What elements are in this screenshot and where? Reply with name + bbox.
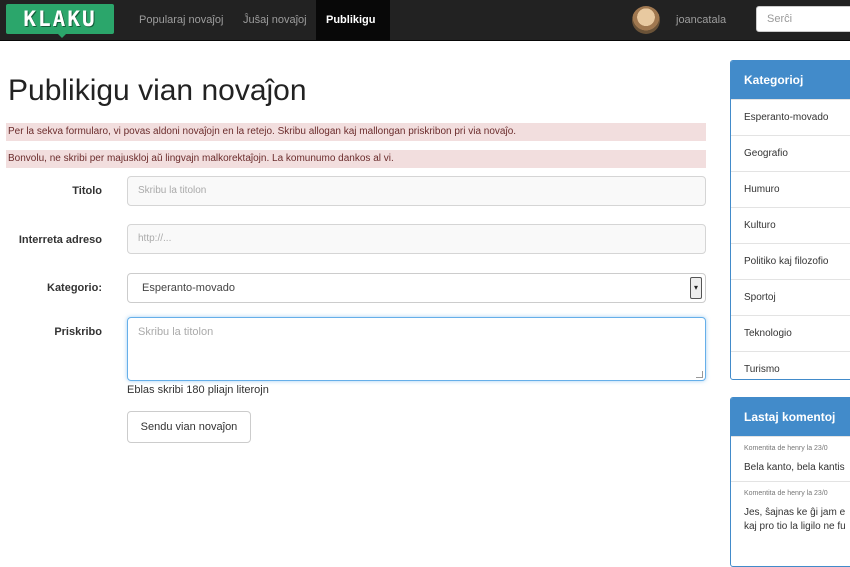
comment-item[interactable]: Komentita de henry la 23/0 Jes, ŝajnas k… bbox=[731, 481, 850, 540]
category-link[interactable]: Geografio bbox=[731, 135, 850, 171]
comments-heading: Lastaj komentoj bbox=[731, 398, 850, 436]
categories-heading: Kategorioj bbox=[731, 61, 850, 99]
category-link[interactable]: Teknologio bbox=[731, 315, 850, 351]
search-input[interactable]: Serĉi bbox=[756, 6, 850, 32]
klaku-logo[interactable]: KLAKU bbox=[6, 4, 114, 34]
logo-tail bbox=[58, 34, 66, 38]
category-link[interactable]: Turismo bbox=[731, 351, 850, 379]
submit-button[interactable]: Sendu vian novaĵon bbox=[127, 411, 251, 443]
comment-text: Jes, ŝajnas ke ĝi jam e bbox=[744, 507, 846, 518]
top-navbar: KLAKU Popularaj novaĵoj Ĵuŝaj novaĵoj Pu… bbox=[0, 0, 850, 41]
comment-meta: Komentita de henry la 23/0 bbox=[744, 490, 828, 497]
nav-publish[interactable]: Publikigu bbox=[316, 0, 390, 40]
comment-meta: Komentita de henry la 23/0 bbox=[744, 445, 828, 452]
title-label: Titolo bbox=[72, 185, 102, 197]
nav-popular[interactable]: Popularaj novaĵoj bbox=[129, 0, 233, 40]
comments-panel: Lastaj komentoj Komentita de henry la 23… bbox=[730, 397, 850, 567]
description-placeholder: Skribu la titolon bbox=[138, 326, 214, 338]
user-avatar[interactable] bbox=[632, 6, 660, 34]
url-label: Interreta adreso bbox=[18, 234, 102, 246]
category-select[interactable]: Esperanto-movado ▾ bbox=[127, 273, 706, 303]
warning-alert: Bonvolu, ne skribi per majuskloj aŭ ling… bbox=[6, 150, 706, 168]
category-link[interactable]: Esperanto-movado bbox=[731, 99, 850, 135]
char-count-help: Eblas skribi 180 pliajn literojn bbox=[127, 384, 269, 396]
category-link[interactable]: Politiko kaj filozofio bbox=[731, 243, 850, 279]
title-input[interactable]: Skribu la titolon bbox=[127, 176, 706, 206]
username[interactable]: joancatala bbox=[676, 0, 726, 40]
description-textarea[interactable]: Skribu la titolon bbox=[127, 317, 706, 381]
page-title: Publikigu vian novaĵon bbox=[8, 74, 307, 107]
comment-text: kaj pro tio la ligilo ne fu bbox=[744, 521, 846, 532]
comment-item[interactable]: Komentita de henry la 23/0 Bela kanto, b… bbox=[731, 436, 850, 481]
url-input[interactable]: http://... bbox=[127, 224, 706, 254]
category-link[interactable]: Kulturo bbox=[731, 207, 850, 243]
category-link[interactable]: Humuro bbox=[731, 171, 850, 207]
category-label: Kategorio: bbox=[47, 282, 102, 294]
select-arrow-icon[interactable]: ▾ bbox=[690, 277, 702, 299]
categories-panel: Kategorioj Esperanto-movado Geografio Hu… bbox=[730, 60, 850, 380]
comment-text: Bela kanto, bela kantis bbox=[744, 462, 845, 473]
resize-handle-icon[interactable] bbox=[696, 371, 703, 378]
nav-recent[interactable]: Ĵuŝaj novaĵoj bbox=[233, 0, 317, 40]
category-select-value: Esperanto-movado bbox=[142, 282, 235, 294]
category-link[interactable]: Sportoj bbox=[731, 279, 850, 315]
info-alert: Per la sekva formularo, vi povas aldoni … bbox=[6, 123, 706, 141]
description-label: Priskribo bbox=[54, 326, 102, 338]
